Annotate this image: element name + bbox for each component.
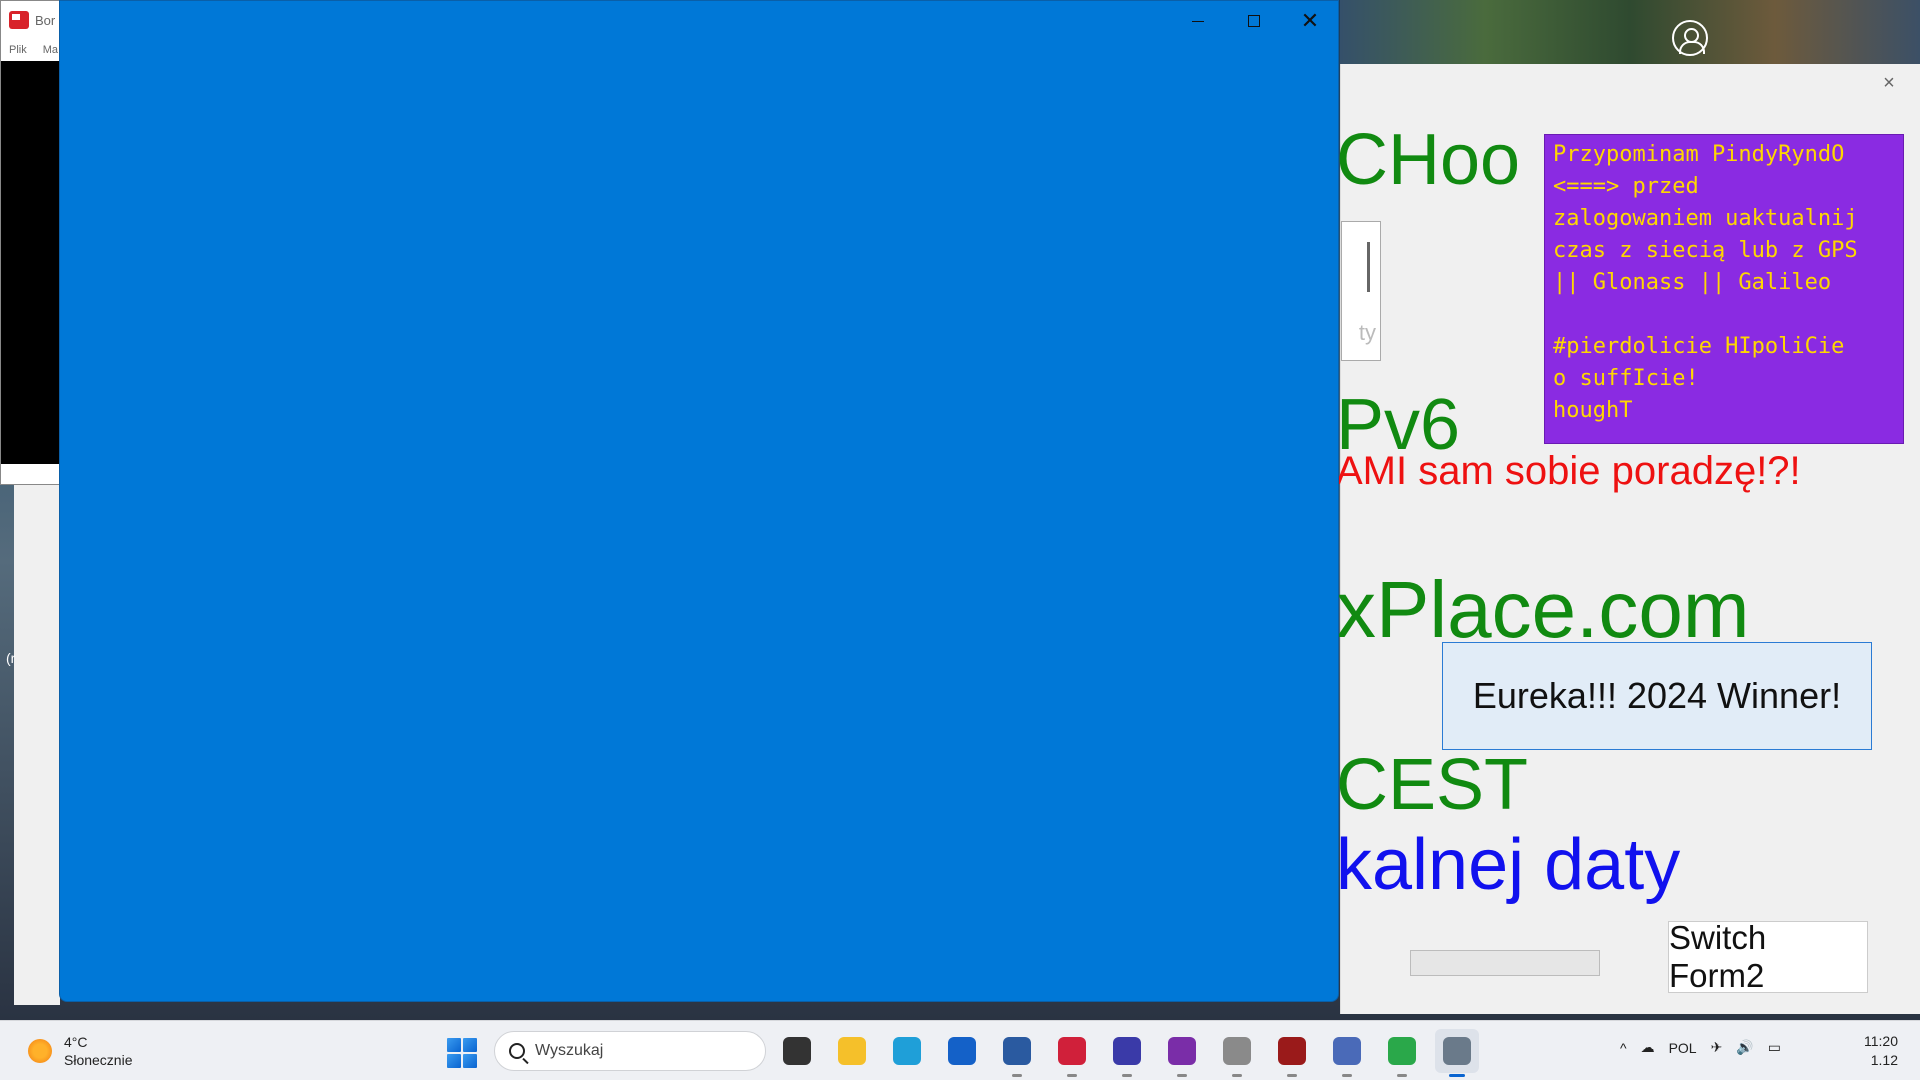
onedrive-icon[interactable]: ☁ (1641, 1039, 1655, 1056)
file-explorer-glyph (838, 1037, 866, 1065)
taskbar: 4°C Słonecznie Wyszukaj ^ ☁ POL ✈ 🔊 ▭ 11… (0, 1020, 1920, 1080)
menu-plik[interactable]: Plik (9, 44, 27, 56)
windows-logo-icon (463, 1038, 477, 1052)
search-icon (509, 1043, 525, 1059)
minimize-icon (1192, 20, 1204, 22)
tray-chevron-icon[interactable]: ^ (1620, 1040, 1627, 1056)
clock-time: 11:20 (1864, 1033, 1898, 1049)
weather-text: 4°C Słonecznie (64, 1033, 133, 1069)
edge-icon[interactable] (885, 1029, 929, 1073)
switch-form2-button[interactable]: Switch Form2 (1668, 919, 1868, 994)
disk-app-glyph (1223, 1037, 1251, 1065)
d-app-glyph (1278, 1037, 1306, 1065)
background-side-text: (r (6, 650, 16, 666)
settings-glyph (1443, 1037, 1471, 1065)
windows-logo-icon (463, 1054, 477, 1068)
disk-app-icon[interactable] (1215, 1029, 1259, 1077)
app-logo-icon (9, 11, 29, 29)
running-indicator (1287, 1074, 1297, 1077)
start-button[interactable] (447, 1038, 477, 1068)
background-app-title: Bor (35, 12, 56, 28)
running-indicator (1012, 1074, 1022, 1077)
red-app-icon[interactable] (1050, 1029, 1094, 1077)
weather-desc: Słonecznie (64, 1052, 133, 1068)
taskbar-search[interactable]: Wyszukaj (494, 1031, 766, 1071)
scrollbox-text: ty (1358, 320, 1376, 345)
menu-ma[interactable]: Ma (43, 44, 58, 56)
task-view-glyph (783, 1037, 811, 1065)
running-indicator (1067, 1074, 1077, 1077)
floppy-save-icon[interactable] (1105, 1029, 1149, 1077)
running-indicator (1122, 1074, 1132, 1077)
taskbar-apps (775, 1029, 1479, 1077)
window-controls: ✕ (1170, 1, 1338, 41)
label-local-date: kalnej daty (1336, 825, 1681, 905)
network-app-glyph (1333, 1037, 1361, 1065)
form2-window: × CHoo ty Pv6 AMI sam sobie poradzę!?! P… (1336, 64, 1920, 1014)
language-indicator[interactable]: POL (1669, 1040, 1697, 1056)
label-warning: AMI sam sobie poradzę!?! (1336, 449, 1801, 493)
running-indicator (1449, 1074, 1465, 1077)
close-button[interactable]: ✕ (1282, 1, 1338, 41)
running-indicator (1342, 1074, 1352, 1077)
label-timezone: CEST (1336, 745, 1529, 825)
network-app-icon[interactable] (1325, 1029, 1369, 1077)
floppy-save-glyph (1113, 1037, 1141, 1065)
edge-glyph (893, 1037, 921, 1065)
weather-temp: 4°C (64, 1034, 88, 1050)
github-desktop-glyph (1168, 1037, 1196, 1065)
running-indicator (1177, 1074, 1187, 1077)
red-app-glyph (1058, 1037, 1086, 1065)
running-indicator (1397, 1074, 1407, 1077)
d-app-icon[interactable] (1270, 1029, 1314, 1077)
battery-icon[interactable]: ▭ (1768, 1039, 1781, 1056)
globe-app-icon[interactable] (1380, 1029, 1424, 1077)
search-placeholder: Wyszukaj (535, 1042, 604, 1059)
volume-icon[interactable]: 🔊 (1736, 1039, 1753, 1056)
file-explorer-icon[interactable] (830, 1029, 874, 1073)
clock[interactable]: 11:20 1.12 (1864, 1032, 1898, 1070)
virtualbox-icon[interactable] (995, 1029, 1039, 1077)
scrollbox-thumb[interactable] (1367, 242, 1370, 292)
minimize-button[interactable] (1170, 1, 1226, 41)
task-view-icon[interactable] (775, 1029, 819, 1073)
eureka-button[interactable]: Eureka!!! 2024 Winner! (1442, 642, 1872, 750)
github-desktop-icon[interactable] (1160, 1029, 1204, 1077)
wallpaper-scene (1340, 0, 1920, 64)
text-scrollbox[interactable]: ty (1341, 221, 1381, 361)
running-indicator (1232, 1074, 1242, 1077)
settings-icon[interactable] (1435, 1029, 1479, 1077)
virtualbox-glyph (1003, 1037, 1031, 1065)
clock-date: 1.12 (1870, 1052, 1898, 1068)
progress-bar (1410, 950, 1600, 976)
sun-icon (28, 1039, 52, 1063)
label-chooser: CHoo (1336, 120, 1521, 200)
store-glyph (948, 1037, 976, 1065)
store-icon[interactable] (940, 1029, 984, 1073)
form2-close-button[interactable]: × (1878, 72, 1900, 94)
weather-widget[interactable]: 4°C Słonecznie (28, 1033, 133, 1069)
windows-logo-icon (447, 1054, 461, 1068)
globe-app-glyph (1388, 1037, 1416, 1065)
system-tray: ^ ☁ POL ✈ 🔊 ▭ (1620, 1039, 1781, 1056)
airplane-icon[interactable]: ✈ (1711, 1039, 1723, 1056)
background-window-strip (14, 485, 60, 1005)
maximize-icon (1248, 15, 1260, 27)
maximize-button[interactable] (1226, 1, 1282, 41)
reminder-note: Przypominam PindyRyndO <===> przed zalog… (1544, 134, 1904, 444)
blue-main-window[interactable]: ✕ (59, 0, 1339, 1002)
windows-logo-icon (447, 1038, 461, 1052)
user-account-icon[interactable] (1672, 20, 1708, 56)
